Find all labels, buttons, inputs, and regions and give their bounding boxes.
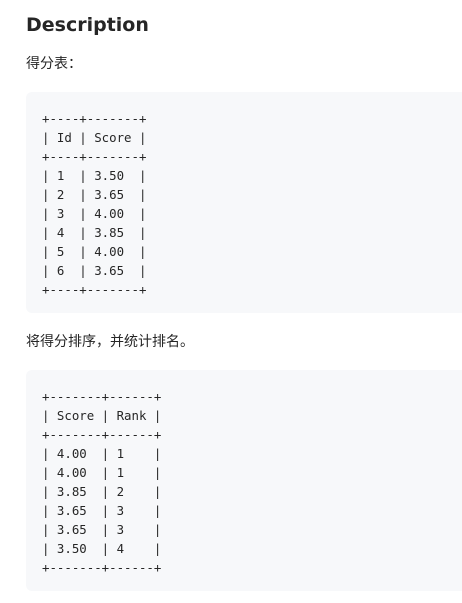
- scores-code-block: +----+-------+ | Id | Score | +----+----…: [26, 92, 462, 313]
- intro-text: 得分表：: [26, 56, 82, 72]
- task-text: 将得分排序，并统计排名。: [26, 334, 194, 350]
- ranks-code-block: +-------+------+ | Score | Rank | +-----…: [26, 370, 462, 591]
- scores-table-text: +----+-------+ | Id | Score | +----+----…: [42, 111, 147, 297]
- problem-description: Description 得分表： +----+-------+ | Id | S…: [0, 0, 462, 603]
- description-heading: Description: [26, 14, 149, 36]
- ranks-table-text: +-------+------+ | Score | Rank | +-----…: [42, 389, 162, 575]
